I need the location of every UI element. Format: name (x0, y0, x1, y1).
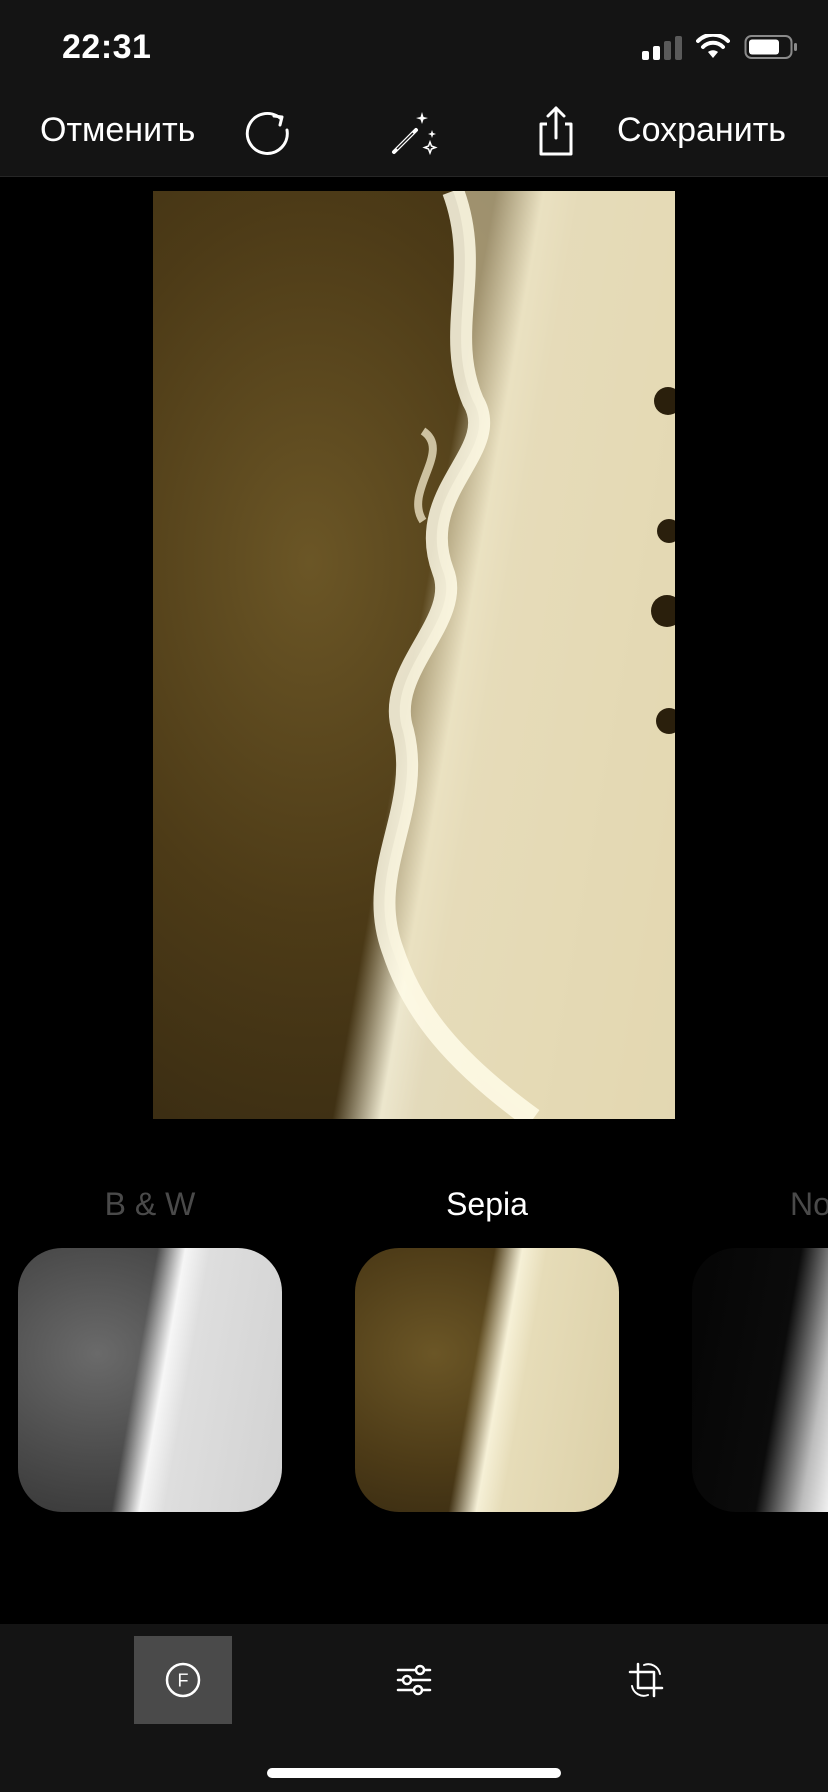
filters-icon: F (165, 1662, 201, 1698)
status-bar: 22:31 (0, 0, 828, 92)
sliders-icon (396, 1664, 432, 1696)
filter-label-bw: B & W (104, 1186, 196, 1222)
magic-wand-icon[interactable] (386, 104, 442, 160)
editor-toolbar: Отменить Сохранить (0, 92, 828, 177)
wifi-icon (696, 34, 730, 58)
photo-preview (153, 191, 675, 1119)
share-icon[interactable] (528, 104, 584, 160)
photo-image (373, 191, 675, 1119)
status-icons (642, 34, 798, 60)
svg-text:F: F (178, 1671, 189, 1691)
tab-crop[interactable] (597, 1636, 695, 1724)
cellular-signal-icon (642, 34, 682, 60)
status-time: 22:31 (62, 28, 152, 66)
filter-label-sepia: Sepia (446, 1186, 528, 1222)
filter-label-noir: No (790, 1186, 828, 1222)
tab-adjust[interactable] (365, 1636, 463, 1724)
filter-thumbnail-bw[interactable] (18, 1248, 282, 1512)
home-indicator[interactable] (267, 1768, 561, 1778)
cancel-button[interactable]: Отменить (40, 110, 195, 150)
filter-thumbnail-sepia[interactable] (355, 1248, 619, 1512)
tab-filters[interactable]: F (134, 1636, 232, 1724)
reset-icon[interactable] (240, 104, 296, 160)
tab-bar: F (0, 1624, 828, 1792)
save-button[interactable]: Сохранить (617, 110, 786, 150)
filter-thumbnail-noir[interactable] (692, 1248, 828, 1512)
crop-rotate-icon (628, 1662, 664, 1698)
battery-icon (744, 35, 797, 59)
